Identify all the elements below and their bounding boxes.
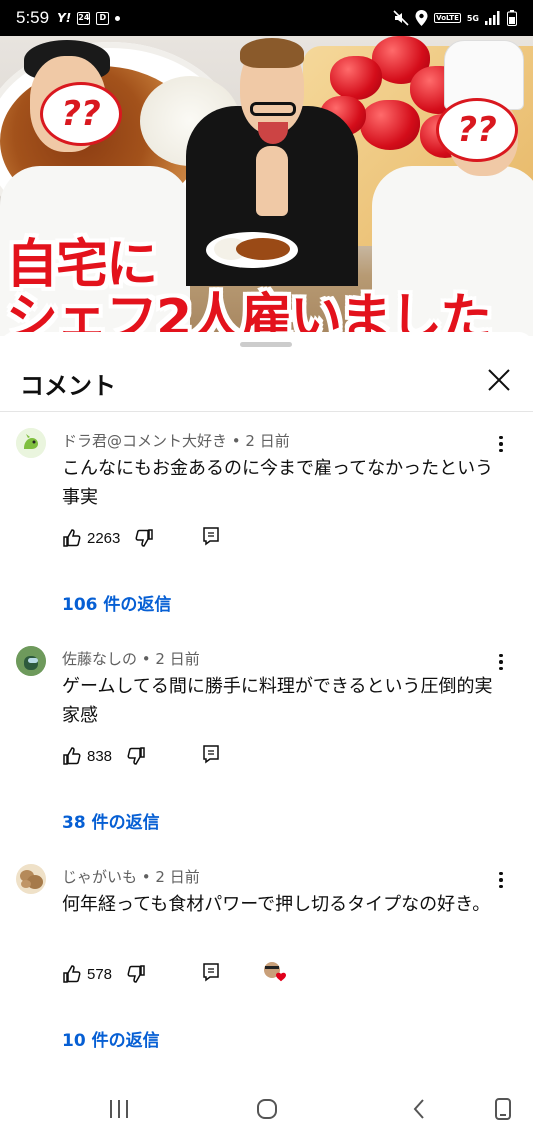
comment-time: 2 日前: [155, 868, 200, 886]
dislike-button[interactable]: [126, 746, 146, 766]
like-count: 2263: [87, 529, 121, 547]
back-icon: [413, 1099, 424, 1119]
android-navigation-bar: [0, 1074, 533, 1142]
comment-meta: 佐藤なしの • 2 日前: [62, 650, 200, 668]
thumbs-down-icon: [135, 529, 154, 547]
view-replies-link[interactable]: 106 件の返信: [62, 590, 171, 615]
avatar[interactable]: [16, 646, 46, 676]
comment-text: 何年経っても食材パワーで押し切るタイプなの好き。: [62, 894, 491, 915]
comment-time: 2 日前: [155, 650, 200, 668]
signal-icon: [485, 11, 500, 25]
mute-icon: [393, 10, 409, 26]
status-time: 5:59: [16, 8, 50, 27]
comments-sheet: コメント ドラ君@コメント大好き • 2 日前 こんなにもお金あるのに今まで雇っ…: [0, 332, 533, 1074]
like-count: 838: [87, 747, 113, 765]
reply-comment-icon: [203, 745, 219, 764]
avatar[interactable]: [16, 864, 46, 894]
reply-button[interactable]: [202, 526, 220, 546]
comment-menu-button[interactable]: [491, 868, 511, 892]
home-button[interactable]: [252, 1094, 282, 1124]
recents-icon: [110, 1100, 128, 1118]
dragon-avatar-icon: [16, 428, 46, 458]
glasses-image: [250, 102, 296, 116]
back-button[interactable]: [404, 1094, 434, 1124]
reply-comment-icon: [203, 527, 219, 546]
comment-menu-button[interactable]: [491, 432, 511, 456]
header-divider: [0, 411, 533, 412]
creator-heart-icon: [264, 962, 286, 982]
like-button[interactable]: 838: [62, 746, 112, 766]
thumbs-up-icon: [63, 747, 81, 765]
reply-button[interactable]: [202, 962, 220, 982]
comments-title: コメント: [20, 372, 116, 400]
location-icon: [415, 10, 428, 26]
comment-time: 2 日前: [245, 432, 290, 450]
small-curry-image: [236, 238, 290, 260]
comment-author[interactable]: 佐藤なしの: [62, 650, 137, 668]
comment-text: こんなにもお金あるのに今まで雇ってなかったという事実: [62, 458, 494, 508]
5g-icon: 5G: [466, 13, 479, 23]
comment-actions: 2263: [62, 526, 219, 550]
comment-meta: じゃがいも • 2 日前: [62, 868, 200, 886]
comment-author[interactable]: ドラ君@コメント大好き: [62, 432, 227, 450]
comment-text: ゲームしてる間に勝手に料理ができるという圧倒的実家感: [62, 676, 493, 726]
like-button[interactable]: 578: [62, 964, 112, 984]
yahoo-icon: Y!: [57, 11, 72, 25]
like-count: 578: [87, 965, 113, 983]
strawberry-image: [360, 100, 420, 150]
creator-heart-badge: [262, 960, 288, 986]
center-person-hair: [240, 38, 304, 68]
comments-header: コメント: [0, 362, 533, 412]
question-mark-badge-right: ??: [436, 98, 518, 162]
battery-icon: [507, 10, 517, 26]
praying-hands-image: [256, 146, 288, 216]
recents-button[interactable]: [104, 1094, 134, 1124]
potato-avatar-icon: [16, 864, 46, 894]
comment-meta: ドラ君@コメント大好き • 2 日前: [62, 432, 290, 450]
home-icon: [257, 1099, 277, 1119]
video-caption-line2: シェフ2人雇いました: [6, 289, 492, 336]
avatar[interactable]: [16, 428, 46, 458]
system-icons: VoLTE 5G: [393, 10, 517, 26]
reply-button[interactable]: [202, 744, 220, 764]
thumbs-down-icon: [127, 747, 145, 765]
comment-menu-button[interactable]: [491, 650, 511, 674]
close-icon: [488, 369, 510, 391]
rotate-icon: [495, 1098, 511, 1120]
thumbs-down-icon: [127, 965, 145, 983]
question-mark-badge-left: ??: [40, 82, 122, 146]
dislike-button[interactable]: [134, 528, 154, 548]
thumbs-up-icon: [63, 965, 81, 983]
notification-icons: Y! 24 D: [57, 11, 121, 25]
crewmate-avatar-icon: [16, 646, 46, 676]
dot-icon: [115, 15, 121, 21]
comment-author[interactable]: じゃがいも: [62, 868, 137, 886]
view-replies-link[interactable]: 10 件の返信: [62, 1026, 160, 1051]
status-bar: 5:59 Y! 24 D VoLTE 5G: [0, 0, 533, 36]
drag-handle[interactable]: [240, 342, 292, 347]
view-replies-link[interactable]: 38 件の返信: [62, 808, 160, 833]
rotate-button[interactable]: [488, 1094, 518, 1124]
d-app-icon: D: [96, 11, 110, 25]
comment-actions: 578: [62, 962, 286, 986]
close-button[interactable]: [481, 362, 517, 398]
like-button[interactable]: 2263: [62, 528, 120, 548]
strawberry-image: [330, 56, 382, 100]
thumbs-up-icon: [63, 529, 81, 547]
volte-icon: VoLTE: [434, 13, 461, 23]
calendar-24-icon: 24: [77, 11, 91, 25]
video-player[interactable]: ?? ?? 自宅に シェフ2人雇いました: [0, 36, 533, 336]
dislike-button[interactable]: [126, 964, 146, 984]
reply-comment-icon: [203, 963, 219, 982]
comment-actions: 838: [62, 744, 219, 768]
